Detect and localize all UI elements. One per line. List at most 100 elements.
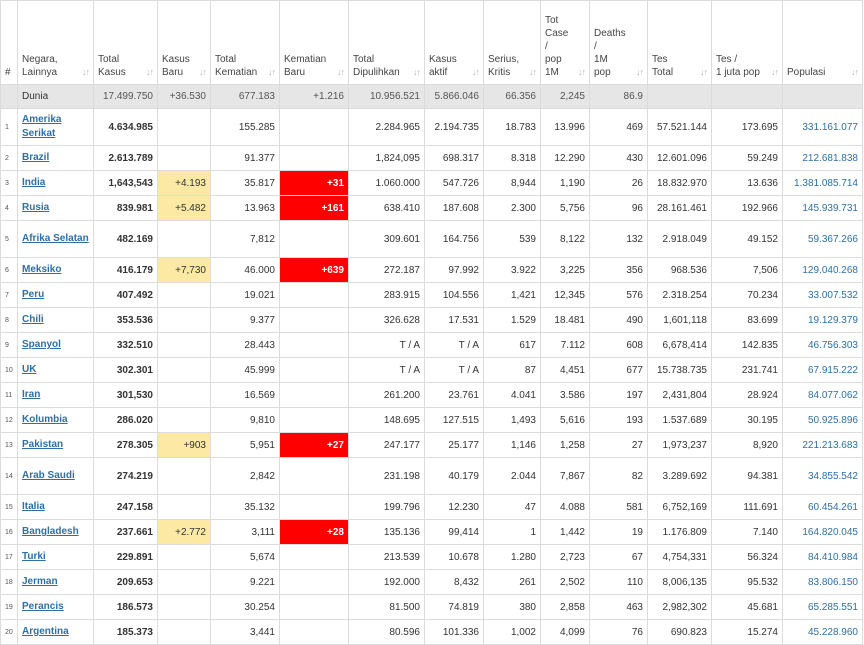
cases-per-million-cell: 7.112: [540, 332, 590, 358]
total-recovered-cell: 2.284.965: [348, 108, 425, 146]
serious-critical-cell: 2.300: [483, 195, 541, 221]
cases-per-million-header[interactable]: Tot Case / pop 1M ↓↑: [540, 0, 590, 85]
sort-arrows-icon[interactable]: ↓↑: [472, 66, 480, 79]
population-cell: 19.129.379: [782, 307, 863, 333]
serious-critical-cell: 617: [483, 332, 541, 358]
new-cases-cell: [157, 594, 211, 620]
sort-arrows-icon[interactable]: ↓↑: [578, 66, 586, 79]
total-deaths-cell: 9.377: [210, 307, 280, 333]
sort-arrows-icon[interactable]: ↓↑: [413, 66, 421, 79]
new-deaths-cell: [279, 382, 349, 408]
total-tests-cell: 3.289.692: [647, 457, 712, 495]
new-deaths-cell: [279, 544, 349, 570]
sort-arrows-icon[interactable]: ↓↑: [771, 66, 779, 79]
country-link[interactable]: Bangladesh: [22, 526, 79, 537]
serious-critical-cell: 539: [483, 220, 541, 258]
table-row: 5 Afrika Selatan 482.169 7,812 309.601 164.75…: [0, 220, 863, 258]
new-cases-cell: [157, 282, 211, 308]
tests-per-million-cell: 7.140: [711, 519, 783, 545]
sort-arrows-icon[interactable]: ↓↑: [636, 66, 644, 79]
total-deaths-cell: 9.221: [210, 569, 280, 595]
sort-arrows-icon[interactable]: ↓↑: [146, 66, 154, 79]
world-new-deaths: +1.216: [279, 84, 349, 109]
new-cases-cell: +5.482: [157, 195, 211, 221]
total-cases-cell: 4.634.985: [93, 108, 158, 146]
row-index: 1: [0, 108, 18, 146]
total-cases-cell: 185.373: [93, 619, 158, 645]
sort-arrows-icon[interactable]: ↓↑: [337, 66, 345, 79]
total-cases-cell: 209.653: [93, 569, 158, 595]
deaths-per-million-cell: 677: [589, 357, 648, 383]
country-link[interactable]: Pakistan: [22, 439, 63, 450]
cases-per-million-cell: 5,756: [540, 195, 590, 221]
population-header[interactable]: Populasi ↓↑: [782, 0, 863, 85]
total-recovered-cell: 261.200: [348, 382, 425, 408]
column-header-label: Total Dipulihkan: [353, 54, 400, 78]
country-link[interactable]: Turki: [22, 551, 46, 562]
country-link[interactable]: Chili: [22, 314, 44, 325]
deaths-per-million-header[interactable]: Deaths / 1M pop ↓↑: [589, 0, 648, 85]
total-deaths-cell: 91.377: [210, 145, 280, 171]
row-index: 11: [0, 382, 18, 408]
country-link[interactable]: Jerman: [22, 576, 58, 587]
sort-arrows-icon[interactable]: ↓↑: [82, 66, 90, 79]
total-tests-header[interactable]: Tes Total ↓↑: [647, 0, 712, 85]
total-deaths-cell: 19.021: [210, 282, 280, 308]
total-deaths-header[interactable]: Total Kematian ↓↑: [210, 0, 280, 85]
total-deaths-cell: 28.443: [210, 332, 280, 358]
sort-arrows-icon[interactable]: ↓↑: [199, 66, 207, 79]
country-header[interactable]: Negara, Lainnya ↓↑: [17, 0, 94, 85]
country-link[interactable]: India: [22, 177, 45, 188]
total-cases-cell: 247.158: [93, 494, 158, 520]
sort-arrows-icon[interactable]: ↓↑: [700, 66, 708, 79]
country-link[interactable]: Perancis: [22, 601, 64, 612]
country-link[interactable]: Brazil: [22, 152, 49, 163]
country-cell: Turki: [17, 544, 94, 570]
country-link[interactable]: Spanyol: [22, 339, 61, 350]
total-recovered-cell: 326.628: [348, 307, 425, 333]
country-link[interactable]: Meksiko: [22, 264, 61, 275]
new-cases-header[interactable]: Kasus Baru ↓↑: [157, 0, 211, 85]
total-cases-cell: 407.492: [93, 282, 158, 308]
country-cell: Argentina: [17, 619, 94, 645]
country-cell: Rusia: [17, 195, 94, 221]
row-index: [0, 84, 18, 109]
country-link[interactable]: Iran: [22, 389, 40, 400]
index-header[interactable]: #: [0, 0, 18, 85]
country-link[interactable]: UK: [22, 364, 36, 375]
country-link[interactable]: Kolumbia: [22, 414, 68, 425]
active-cases-cell: 17.531: [424, 307, 484, 333]
tests-per-million-cell: 95.532: [711, 569, 783, 595]
serious-critical-cell: 1,493: [483, 407, 541, 433]
recovered-header[interactable]: Total Dipulihkan ↓↑: [348, 0, 425, 85]
column-header-label: #: [5, 67, 11, 78]
active-cases-cell: 698.317: [424, 145, 484, 171]
sort-arrows-icon[interactable]: ↓↑: [529, 66, 537, 79]
country-link[interactable]: Peru: [22, 289, 44, 300]
deaths-per-million-cell: 469: [589, 108, 648, 146]
sort-arrows-icon[interactable]: ↓↑: [851, 66, 859, 79]
total-recovered-cell: 272.187: [348, 257, 425, 283]
sort-arrows-icon[interactable]: ↓↑: [268, 66, 276, 79]
country-link[interactable]: Amerika Serikat: [22, 114, 61, 139]
total-cases-header[interactable]: Total Kasus ↓↑: [93, 0, 158, 85]
total-tests-cell: 2.918.049: [647, 220, 712, 258]
country-cell: Italia: [17, 494, 94, 520]
country-link[interactable]: Italia: [22, 501, 45, 512]
new-deaths-cell: [279, 357, 349, 383]
active-cases-cell: 2.194.735: [424, 108, 484, 146]
row-index: 8: [0, 307, 18, 333]
critical-header[interactable]: Serius, Kritis ↓↑: [483, 0, 541, 85]
tests-per-million-header[interactable]: Tes / 1 juta pop ↓↑: [711, 0, 783, 85]
country-link[interactable]: Rusia: [22, 202, 49, 213]
column-header-label: Populasi: [787, 67, 826, 78]
total-tests-cell: 18.832.970: [647, 170, 712, 196]
cases-per-million-cell: 7,867: [540, 457, 590, 495]
active-cases-cell: 10.678: [424, 544, 484, 570]
total-tests-cell: 6,752,169: [647, 494, 712, 520]
new-deaths-header[interactable]: Kematian Baru ↓↑: [279, 0, 349, 85]
country-link[interactable]: Arab Saudi: [22, 470, 75, 481]
country-link[interactable]: Afrika Selatan: [22, 233, 89, 244]
active-cases-cell: 12.230: [424, 494, 484, 520]
active-header[interactable]: Kasus aktif ↓↑: [424, 0, 484, 85]
